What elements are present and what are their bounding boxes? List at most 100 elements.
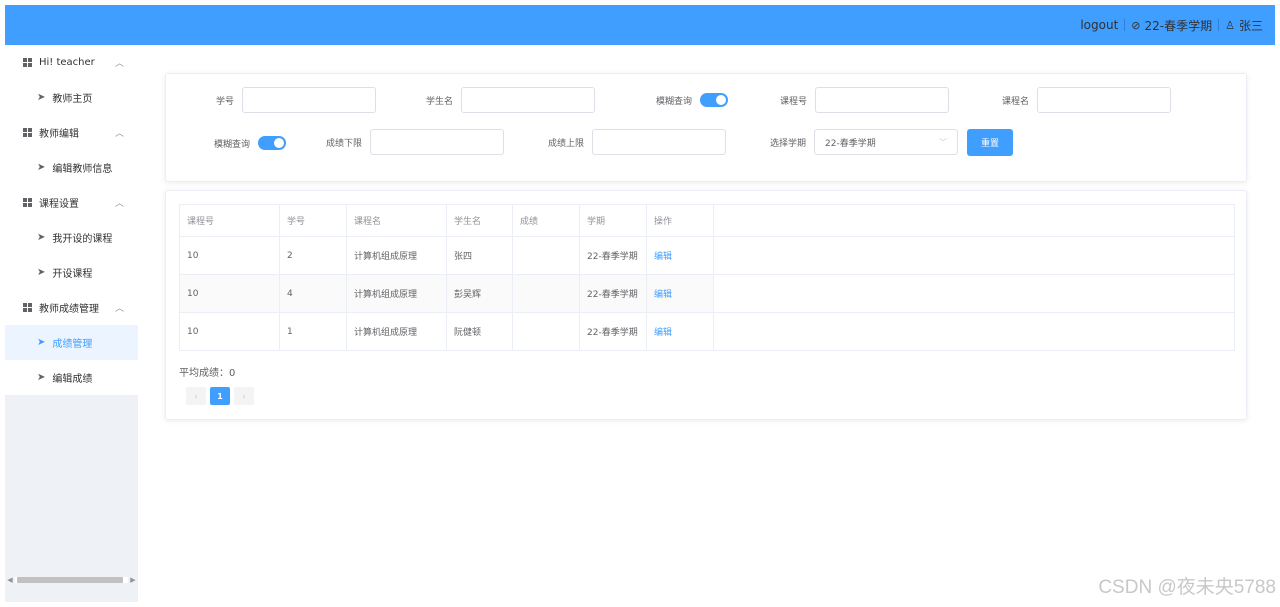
- menu-item-my-courses[interactable]: ➤ 我开设的课程: [5, 220, 138, 255]
- cell-student-name: 张四: [446, 236, 513, 275]
- cell-student-name: 彭吴辉: [446, 274, 513, 313]
- send-icon: ➤: [37, 162, 46, 173]
- page-number-current[interactable]: 1: [210, 387, 230, 405]
- fuzzy-query-toggle[interactable]: [258, 136, 287, 150]
- prev-page-button[interactable]: ‹: [186, 387, 206, 405]
- fuzzy-query-field-1: 模糊查询: [656, 93, 729, 107]
- course-name-input[interactable]: [1037, 87, 1172, 113]
- send-icon: ➤: [37, 92, 46, 103]
- course-name-label: 课程名: [1002, 96, 1030, 107]
- grid-icon: [23, 197, 33, 208]
- next-page-button[interactable]: ›: [234, 387, 254, 405]
- send-icon: ➤: [37, 372, 46, 383]
- score-max-input[interactable]: [592, 129, 727, 155]
- column-header: 学生名: [446, 204, 513, 237]
- grades-table-card: 课程号 学号 课程名 学生名 成绩 学期 操作 10 2 计算机组成原理 张四 …: [165, 190, 1247, 420]
- student-id-field: 学号: [216, 87, 377, 113]
- semester-select[interactable]: 22-春季学期 ﹀: [814, 129, 959, 155]
- app-window: logout ⊘ 22-春季学期 ♙ 张三 Hi! teacher ︿ ➤ 教师…: [5, 5, 1275, 602]
- cell-semester: 22-春季学期: [579, 274, 647, 313]
- menu-group-label: Hi! teacher: [39, 57, 95, 68]
- menu-item-label: 编辑教师信息: [52, 164, 113, 175]
- column-header: 学期: [579, 204, 647, 237]
- grid-icon: [23, 127, 33, 138]
- cell-student-id: 2: [279, 236, 347, 275]
- menu-group-label: 教师编辑: [39, 129, 79, 140]
- menu-item-grade-management[interactable]: ➤ 成绩管理: [5, 325, 138, 360]
- menu-item-label: 我开设的课程: [52, 234, 113, 245]
- sidebar-horizontal-scrollbar[interactable]: ◀ ▶: [5, 574, 138, 586]
- reset-button[interactable]: 重置: [967, 129, 1013, 156]
- menu-group-hi-teacher[interactable]: Hi! teacher ︿: [5, 45, 138, 80]
- fuzzy-query-toggle[interactable]: [700, 93, 729, 107]
- menu-item-label: 开设课程: [52, 269, 93, 280]
- menu-item-edit-grades[interactable]: ➤ 编辑成绩: [5, 360, 138, 395]
- menu-item-label: 教师主页: [52, 94, 93, 105]
- header-username: 张三: [1238, 18, 1263, 33]
- cell-course-name: 计算机组成原理: [346, 236, 447, 275]
- course-name-field: 课程名: [1002, 87, 1172, 113]
- cell-semester: 22-春季学期: [579, 312, 647, 351]
- grades-table: 课程号 学号 课程名 学生名 成绩 学期 操作 10 2 计算机组成原理 张四 …: [179, 204, 1235, 351]
- grid-icon: [23, 57, 33, 68]
- cell-course-name: 计算机组成原理: [346, 274, 447, 313]
- header-divider: [1218, 19, 1220, 31]
- link-icon: ⊘: [1131, 18, 1141, 32]
- column-header: 课程号: [179, 204, 280, 237]
- semester-label: 选择学期: [770, 138, 807, 149]
- student-id-label: 学号: [216, 96, 235, 107]
- cell-semester: 22-春季学期: [579, 236, 647, 275]
- student-name-label: 学生名: [426, 96, 454, 107]
- cell-student-id: 4: [279, 274, 347, 313]
- score-min-input[interactable]: [370, 129, 505, 155]
- chevron-up-icon: ︿: [114, 129, 124, 139]
- cell-score: [512, 312, 580, 351]
- scroll-left-icon[interactable]: ◀: [5, 576, 15, 584]
- chevron-up-icon: ︿: [114, 59, 124, 69]
- semester-select-value: 22-春季学期: [825, 138, 876, 149]
- column-header: 课程名: [346, 204, 447, 237]
- column-header: 成绩: [512, 204, 580, 237]
- user-indicator[interactable]: ♙ 张三: [1225, 17, 1263, 34]
- student-name-input[interactable]: [461, 87, 596, 113]
- scroll-track[interactable]: [15, 577, 128, 583]
- scroll-thumb[interactable]: [17, 577, 123, 583]
- pagination: ‹ 1 ›: [186, 387, 254, 405]
- menu-group-teacher-edit[interactable]: 教师编辑 ︿: [5, 115, 138, 150]
- scroll-right-icon[interactable]: ▶: [128, 576, 138, 584]
- menu-group-grade-management[interactable]: 教师成绩管理 ︿: [5, 290, 138, 325]
- table-row: 10 2 计算机组成原理 张四 22-春季学期 编辑: [179, 236, 1235, 275]
- table-row: 10 1 计算机组成原理 阮健顿 22-春季学期 编辑: [179, 312, 1235, 351]
- menu-item-open-course[interactable]: ➤ 开设课程: [5, 255, 138, 290]
- course-id-label: 课程号: [780, 96, 808, 107]
- menu-item-edit-teacher-info[interactable]: ➤ 编辑教师信息: [5, 150, 138, 185]
- sidebar-menu: Hi! teacher ︿ ➤ 教师主页 教师编辑 ︿ ➤ 编辑教师信息 课程设…: [5, 45, 138, 395]
- cell-course-id: 10: [179, 274, 280, 313]
- column-header: 操作: [646, 204, 714, 237]
- semester-indicator: ⊘ 22-春季学期: [1131, 17, 1212, 34]
- fuzzy-query-label: 模糊查询: [656, 96, 693, 107]
- menu-item-teacher-home[interactable]: ➤ 教师主页: [5, 80, 138, 115]
- score-min-field: 成绩下限: [326, 129, 505, 155]
- edit-link[interactable]: 编辑: [646, 274, 714, 313]
- header-semester: 22-春季学期: [1144, 18, 1213, 33]
- table-filler: [713, 312, 1235, 351]
- course-id-input[interactable]: [815, 87, 950, 113]
- menu-item-label: 成绩管理: [52, 339, 93, 350]
- edit-link[interactable]: 编辑: [646, 312, 714, 351]
- score-min-label: 成绩下限: [326, 138, 363, 149]
- cell-score: [512, 274, 580, 313]
- cell-course-id: 10: [179, 312, 280, 351]
- score-max-field: 成绩上限: [548, 129, 727, 155]
- menu-item-label: 编辑成绩: [52, 374, 93, 385]
- send-icon: ➤: [37, 267, 46, 278]
- chevron-up-icon: ︿: [114, 199, 124, 209]
- logout-link[interactable]: logout: [1080, 18, 1118, 32]
- send-icon: ➤: [37, 337, 46, 348]
- course-id-field: 课程号: [780, 87, 950, 113]
- student-id-input[interactable]: [242, 87, 377, 113]
- edit-link[interactable]: 编辑: [646, 236, 714, 275]
- header-divider: [1124, 19, 1126, 31]
- user-icon: ♙: [1225, 18, 1235, 32]
- menu-group-course-settings[interactable]: 课程设置 ︿: [5, 185, 138, 220]
